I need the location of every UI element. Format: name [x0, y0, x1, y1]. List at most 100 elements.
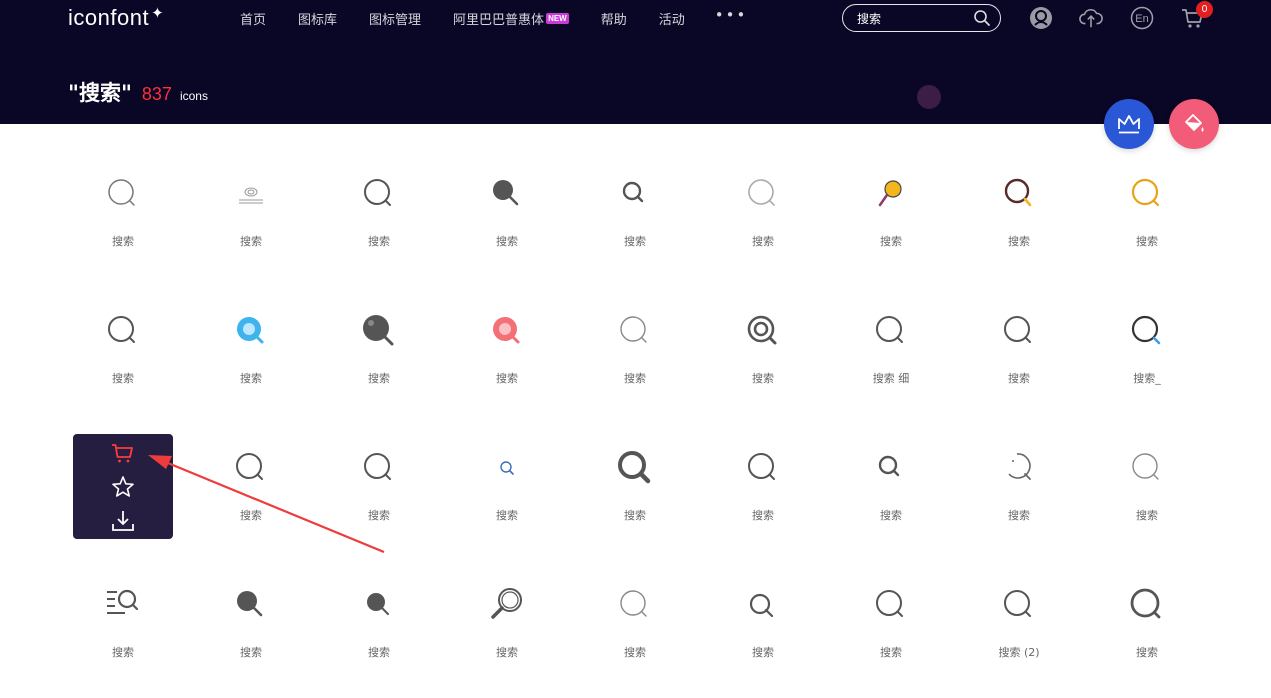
search-thin-icon [1127, 448, 1167, 488]
download-icon [112, 511, 134, 531]
cursor-dot [917, 85, 941, 109]
icon-label: 搜索 [752, 235, 774, 248]
search-target-icon [743, 311, 783, 351]
search-box[interactable] [842, 4, 1001, 32]
icon-card[interactable]: 搜索 [1083, 398, 1211, 535]
download-button[interactable] [109, 507, 137, 535]
logo-plus: ✦ [151, 5, 165, 22]
icon-card[interactable]: 搜索 [315, 535, 443, 672]
cart-icon [112, 444, 133, 463]
search-icon[interactable] [973, 9, 991, 31]
search-input[interactable] [857, 11, 967, 25]
icon-card[interactable]: 搜索 [955, 398, 1083, 535]
search-magnifier-icon [487, 585, 527, 625]
search-blue-handle-icon [1127, 311, 1167, 351]
icon-label: 搜索 [880, 646, 902, 659]
icon-label: 搜索 [752, 646, 774, 659]
search-outline-icon [103, 311, 143, 351]
nav-item-help[interactable]: 帮助 [601, 9, 627, 28]
icon-card[interactable]: 搜索 [315, 261, 443, 398]
icon-card[interactable]: 搜索 [571, 535, 699, 672]
icon-card[interactable]: 搜索 [187, 124, 315, 261]
icon-card[interactable]: 搜索 [443, 261, 571, 398]
icon-label: 搜索 [240, 509, 262, 522]
icon-card[interactable]: 搜索 [571, 124, 699, 261]
nav-item-icon-management[interactable]: 图标管理 [369, 9, 421, 28]
icon-card[interactable]: 搜索 [187, 261, 315, 398]
icon-card[interactable]: 搜索 [827, 398, 955, 535]
icon-card[interactable]: 搜索 [187, 398, 315, 535]
icon-card[interactable]: 搜索 [1083, 535, 1211, 672]
icon-card[interactable]: 搜索 [443, 398, 571, 535]
icon-card[interactable]: 搜索 [955, 124, 1083, 261]
icon-card[interactable]: 搜索 [315, 398, 443, 535]
user-avatar-icon[interactable] [1029, 6, 1053, 30]
icon-card[interactable]: 搜索 (2) [955, 535, 1083, 672]
search-outline-icon [359, 448, 399, 488]
nav-item-home[interactable]: 首页 [240, 9, 266, 28]
icon-label: 搜索 [1136, 235, 1158, 248]
language-label: En [1135, 13, 1148, 25]
icon-label: 搜索 [112, 372, 134, 385]
icon-label: 搜索 [368, 509, 390, 522]
search-filled-small-icon [359, 585, 399, 625]
icon-label: 搜索 [1136, 646, 1158, 659]
search-tiny-blue-icon [487, 448, 527, 488]
icon-label: 搜索 [1008, 372, 1030, 385]
icon-card[interactable]: 搜索 [1083, 124, 1211, 261]
language-switch-icon[interactable]: En [1130, 6, 1154, 30]
search-underline-icon [231, 174, 271, 214]
search-outline-icon [231, 448, 271, 488]
nav-item-icon-library[interactable]: 图标库 [298, 9, 337, 28]
icon-label: 搜索 [240, 372, 262, 385]
search-brown-yellow-icon [999, 174, 1039, 214]
search-dark-filled-icon [359, 311, 399, 351]
search-orange-icon [1127, 174, 1167, 214]
icon-card[interactable]: 搜索 [699, 261, 827, 398]
icon-card[interactable]: 搜索_ [1083, 261, 1211, 398]
icon-label: 搜索 [880, 509, 902, 522]
icon-label: 搜索 [624, 646, 646, 659]
icon-card[interactable]: 搜索 [699, 398, 827, 535]
icon-card[interactable]: 搜索 [187, 535, 315, 672]
favorite-button[interactable] [109, 473, 137, 501]
icon-label: 搜索_ [1133, 372, 1161, 385]
icon-label: 搜索 [624, 509, 646, 522]
icon-card[interactable]: 搜索 [59, 124, 187, 261]
search-outline-icon [999, 585, 1039, 625]
search-outline-thin-icon [103, 174, 143, 214]
nav-item-activity[interactable]: 活动 [659, 9, 685, 28]
icon-card[interactable]: 搜索 [315, 124, 443, 261]
icon-label: 搜索 [752, 372, 774, 385]
icon-label: 搜索 细 [872, 372, 910, 385]
icon-card[interactable]: 搜索 [827, 535, 955, 672]
icon-card[interactable]: 搜索 [827, 124, 955, 261]
result-count: 837 [141, 84, 172, 104]
icon-card[interactable]: 搜索 [59, 261, 187, 398]
icon-card[interactable]: 搜索 [571, 398, 699, 535]
more-menu-button[interactable]: ••• [715, 6, 748, 24]
search-small-icon [871, 448, 911, 488]
search-thin-icon [615, 311, 655, 351]
icon-card[interactable]: 搜索 [571, 261, 699, 398]
icon-label: 搜索 [1008, 235, 1030, 248]
icon-card[interactable]: 搜索 [443, 124, 571, 261]
icon-label: 搜索 [624, 235, 646, 248]
nav-item-puhui-font[interactable]: 阿里巴巴普惠体 NEW [453, 9, 569, 28]
icon-label: 搜索 [112, 235, 134, 248]
icon-card[interactable]: 搜索 细 [827, 261, 955, 398]
icon-card[interactable]: 搜索 [443, 535, 571, 672]
logo-text: iconfont [68, 5, 150, 30]
add-to-cart-button[interactable] [109, 439, 137, 467]
icon-card[interactable]: 搜索 [699, 124, 827, 261]
icon-label: 搜索 [624, 372, 646, 385]
upload-cloud-icon[interactable] [1079, 6, 1103, 30]
icon-card[interactable]: 搜索 [59, 535, 187, 672]
iconfont-logo[interactable]: iconfont ✦ [68, 5, 164, 31]
search-pink-icon [487, 311, 527, 351]
icon-label: 搜索 [496, 509, 518, 522]
icon-card[interactable]: 搜索 [955, 261, 1083, 398]
search-query: "搜索" [68, 81, 132, 105]
main-nav: 首页 图标库 图标管理 阿里巴巴普惠体 NEW 帮助 活动 ••• [240, 6, 748, 28]
icon-card[interactable]: 搜索 [699, 535, 827, 672]
